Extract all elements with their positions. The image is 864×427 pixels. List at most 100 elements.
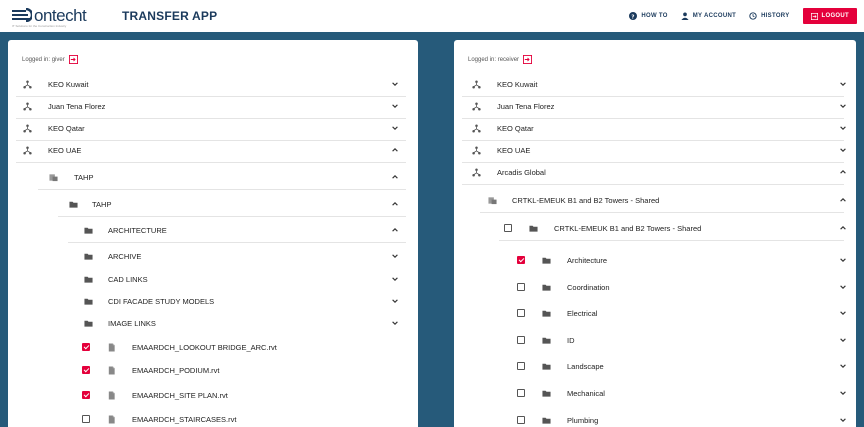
tree-row[interactable]: ARCHIVE <box>8 245 418 268</box>
nav-my-account[interactable]: MY ACCOUNT <box>681 12 736 20</box>
tree-row[interactable]: CRTKL-EMEUK B1 and B2 Towers - Shared <box>454 217 856 240</box>
tree-row[interactable]: KEO Kuwait <box>454 73 856 96</box>
row-checkbox[interactable] <box>517 336 525 344</box>
row-label: CRTKL-EMEUK B1 and B2 Towers - Shared <box>512 196 660 205</box>
row-checkbox[interactable] <box>517 362 525 370</box>
tree-row[interactable]: EMAARDCH_LOOKOUT BRIDGE_ARC.rvt <box>8 336 418 359</box>
chevron-down-icon[interactable] <box>839 256 847 264</box>
row-checkbox[interactable] <box>504 224 512 232</box>
chevron-down-icon[interactable] <box>839 283 847 291</box>
tree-row[interactable]: Juan Tena Florez <box>454 95 856 118</box>
hub-icon <box>22 102 32 110</box>
row-icon-wrap <box>68 199 78 209</box>
row-icon-wrap <box>83 225 93 235</box>
nav-history[interactable]: HISTORY <box>749 12 789 20</box>
tree-row[interactable]: Coordination <box>454 276 856 299</box>
tree-row[interactable]: ARCHITECTURE <box>8 219 418 242</box>
tree-row[interactable]: KEO Kuwait <box>8 73 418 96</box>
hub-icon <box>471 146 481 154</box>
logout-button[interactable]: LOGOUT <box>802 8 857 24</box>
sign-in-icon[interactable] <box>523 55 533 64</box>
chevron-up-icon[interactable] <box>391 146 399 154</box>
hub-icon <box>471 102 481 110</box>
row-label: TAHP <box>74 173 94 182</box>
tree-row[interactable]: EMAARDCH_STAIRCASES.rvt <box>8 408 418 427</box>
row-label: IMAGE LINKS <box>108 319 156 328</box>
tree-row[interactable]: KEO Qatar <box>454 117 856 140</box>
row-checkbox[interactable] <box>517 283 525 291</box>
chevron-down-icon[interactable] <box>391 319 399 327</box>
chevron-up-icon[interactable] <box>839 196 847 204</box>
tree-row[interactable]: TAHP <box>8 166 418 189</box>
row-icon-wrap <box>528 223 538 233</box>
row-checkbox[interactable] <box>82 366 90 374</box>
chevron-down-icon[interactable] <box>391 102 399 110</box>
tree-row[interactable]: CDI FACADE STUDY MODELS <box>8 290 418 313</box>
tree-row[interactable]: KEO UAE <box>8 139 418 162</box>
row-icon-wrap <box>471 145 481 155</box>
chevron-down-icon[interactable] <box>839 124 847 132</box>
chevron-up-icon[interactable] <box>391 173 399 181</box>
chevron-down-icon[interactable] <box>391 275 399 283</box>
tree-row[interactable]: CAD LINKS <box>8 268 418 291</box>
chevron-up-icon[interactable] <box>391 226 399 234</box>
row-checkbox[interactable] <box>82 391 90 399</box>
tree-row[interactable]: EMAARDCH_SITE PLAN.rvt <box>8 384 418 407</box>
chevron-down-icon[interactable] <box>391 80 399 88</box>
tree-row[interactable]: Arcadis Global <box>454 161 856 184</box>
tree-row[interactable]: TAHP <box>8 193 418 216</box>
tree-row[interactable]: Architecture <box>454 249 856 272</box>
tree-row[interactable]: ID <box>454 329 856 352</box>
chevron-down-icon[interactable] <box>839 336 847 344</box>
logout-label: LOGOUT <box>821 13 849 19</box>
chevron-down-icon[interactable] <box>391 297 399 305</box>
sign-in-icon[interactable] <box>68 55 78 64</box>
tree-row[interactable]: Mechanical <box>454 382 856 405</box>
history-icon <box>749 12 757 20</box>
row-label: Juan Tena Florez <box>497 102 555 111</box>
row-icon-wrap <box>471 79 481 89</box>
project-icon <box>487 196 497 204</box>
chevron-down-icon[interactable] <box>839 389 847 397</box>
row-icon-wrap <box>83 251 93 261</box>
row-label: KEO Kuwait <box>497 80 538 89</box>
chevron-down-icon[interactable] <box>839 102 847 110</box>
chevron-down-icon[interactable] <box>839 416 847 424</box>
row-icon-wrap <box>541 415 551 425</box>
top-nav: ? HOW TO MY ACCOUNT HISTORY LOGOUT <box>629 0 864 32</box>
giver-login-status: Logged in: giver <box>22 55 78 64</box>
row-icon-wrap <box>83 318 93 328</box>
contecht-logo[interactable]: ontecht IT Solutions for the Constructio… <box>12 4 87 28</box>
row-divider <box>499 240 844 241</box>
receiver-panel: Logged in: receiver KEO Kuwait Juan Tena … <box>454 40 856 427</box>
tree-row[interactable]: Landscape <box>454 355 856 378</box>
row-checkbox[interactable] <box>517 309 525 317</box>
row-label: KEO Kuwait <box>48 80 89 89</box>
chevron-down-icon[interactable] <box>839 362 847 370</box>
tree-row[interactable]: IMAGE LINKS <box>8 312 418 335</box>
row-checkbox[interactable] <box>517 389 525 397</box>
row-checkbox[interactable] <box>517 416 525 424</box>
tree-row[interactable]: CRTKL-EMEUK B1 and B2 Towers - Shared <box>454 189 856 212</box>
folder-icon <box>541 257 551 264</box>
chevron-down-icon[interactable] <box>391 124 399 132</box>
chevron-down-icon[interactable] <box>391 252 399 260</box>
tree-row[interactable]: EMAARDCH_PODIUM.rvt <box>8 359 418 382</box>
tree-row[interactable]: KEO Qatar <box>8 117 418 140</box>
row-checkbox[interactable] <box>517 256 525 264</box>
tree-row[interactable]: Juan Tena Florez <box>8 95 418 118</box>
chevron-up-icon[interactable] <box>839 168 847 176</box>
nav-how-to[interactable]: ? HOW TO <box>629 12 667 20</box>
tree-row[interactable]: KEO UAE <box>454 139 856 162</box>
chevron-up-icon[interactable] <box>839 224 847 232</box>
chevron-down-icon[interactable] <box>839 80 847 88</box>
file-icon <box>108 390 115 400</box>
tree-row[interactable]: Electrical <box>454 302 856 325</box>
chevron-down-icon[interactable] <box>839 309 847 317</box>
chevron-down-icon[interactable] <box>839 146 847 154</box>
row-label: Landscape <box>567 362 604 371</box>
tree-row[interactable]: Plumbing <box>454 409 856 427</box>
chevron-up-icon[interactable] <box>391 200 399 208</box>
row-checkbox[interactable] <box>82 415 90 423</box>
row-checkbox[interactable] <box>82 343 90 351</box>
